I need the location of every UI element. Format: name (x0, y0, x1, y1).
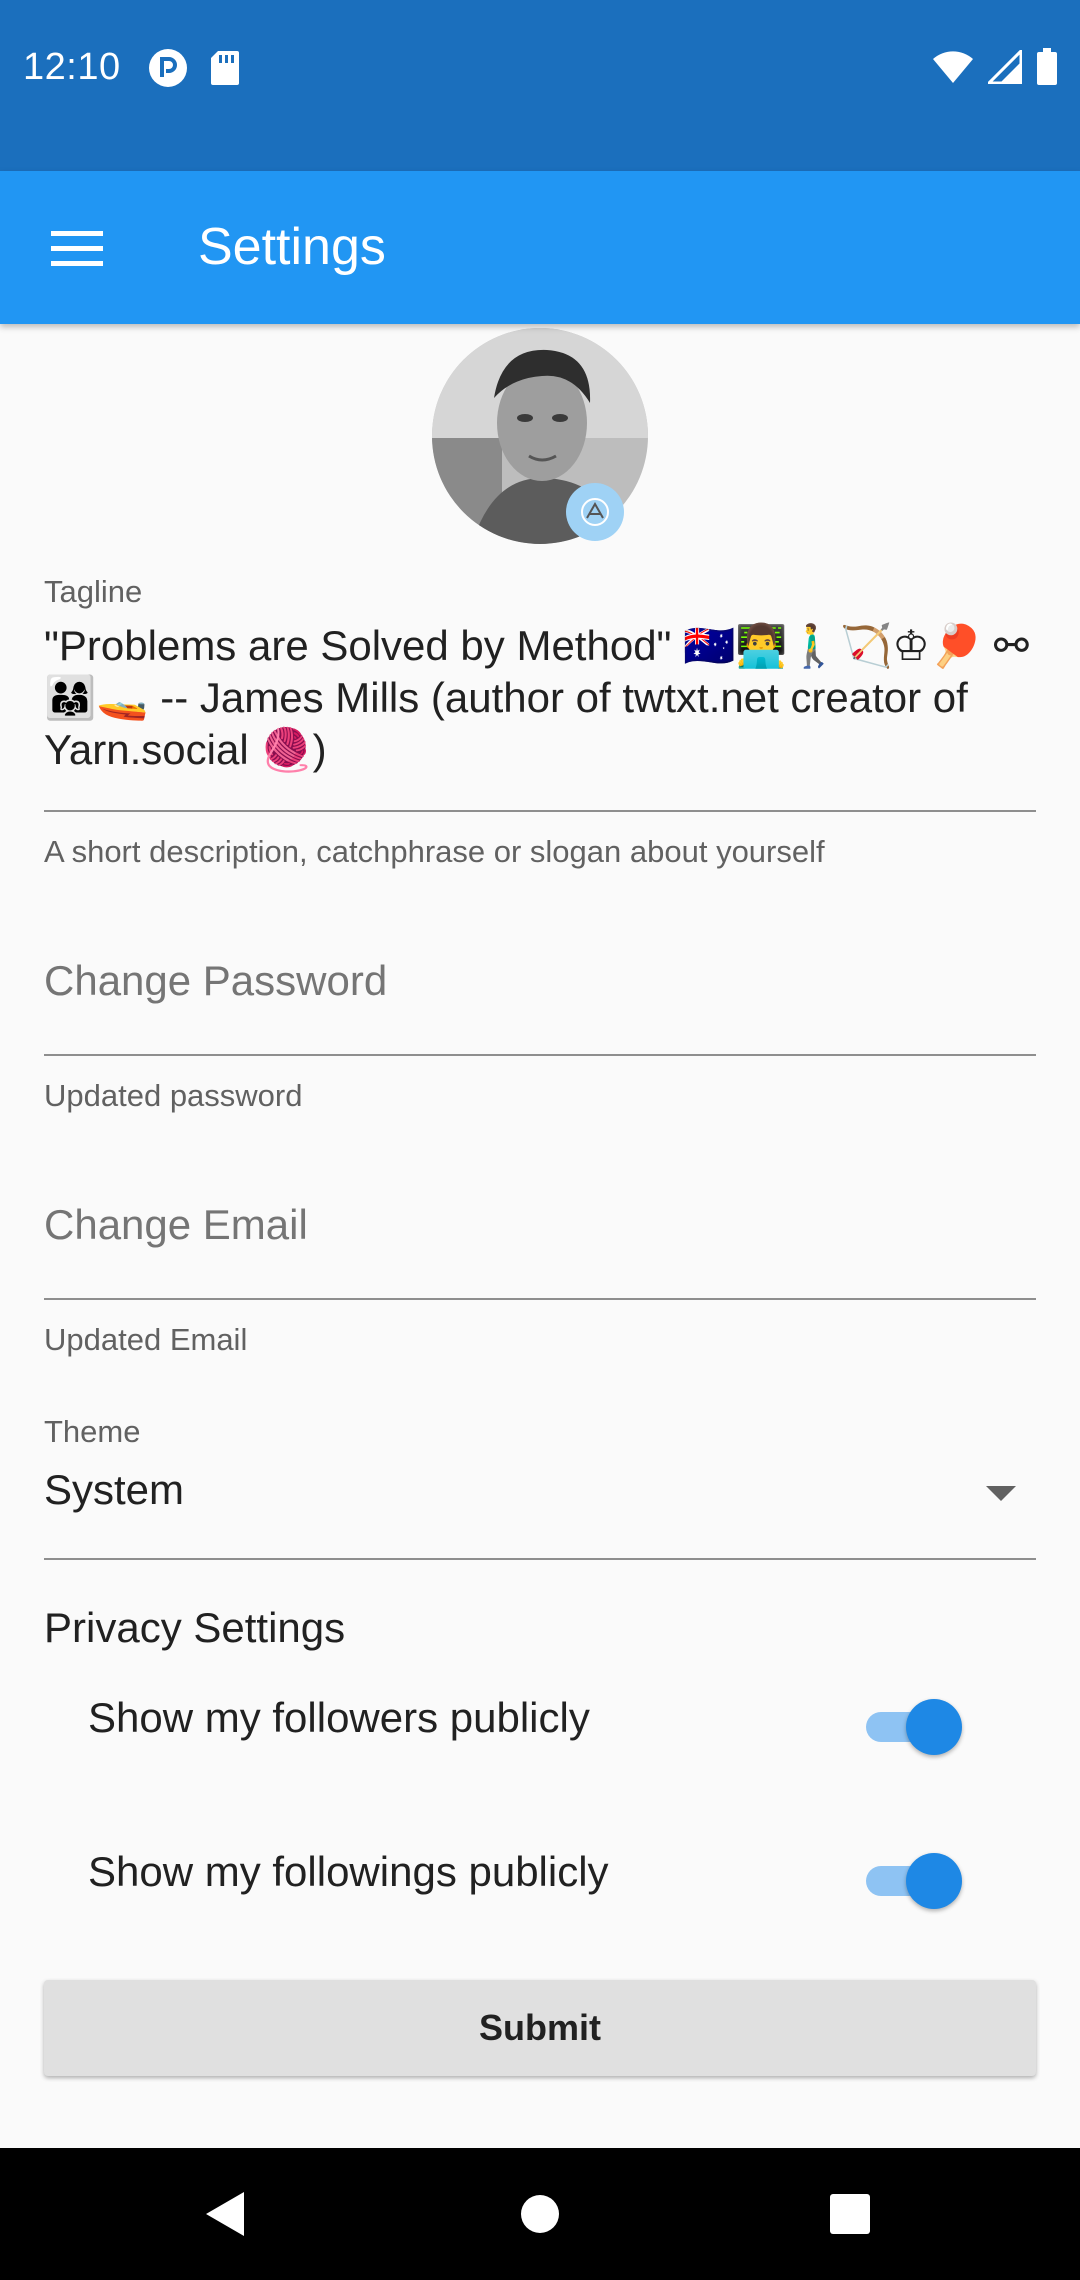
tagline-underline (44, 810, 1036, 812)
page-title: Settings (198, 218, 386, 276)
theme-underline (44, 1558, 1036, 1560)
navigation-bar (0, 2148, 1080, 2280)
email-helper: Updated Email (44, 1322, 248, 1357)
settings-form: Tagline "Problems are Solved by Method" … (0, 324, 1080, 2148)
submit-button[interactable]: Submit (44, 1980, 1036, 2076)
tagline-label: Tagline (44, 574, 143, 609)
password-helper: Updated password (44, 1078, 303, 1113)
app-bar: Settings (0, 171, 1080, 324)
theme-value: System (44, 1466, 185, 1513)
wifi-icon (932, 50, 974, 89)
hamburger-menu-icon[interactable] (28, 209, 126, 287)
dropdown-arrow-icon (986, 1486, 1016, 1501)
signal-icon (985, 47, 1023, 89)
tagline-helper: A short description, catchphrase or slog… (44, 834, 825, 869)
battery-icon (1036, 48, 1058, 91)
followers-switch-row: Show my followers publicly (0, 1654, 1080, 1774)
followers-switch-label: Show my followers publicly (88, 1694, 590, 1741)
sd-card-icon (210, 50, 240, 91)
home-icon[interactable] (500, 2174, 580, 2254)
followings-toggle[interactable] (862, 1852, 966, 1909)
email-field[interactable] (44, 1190, 1036, 1260)
back-icon[interactable] (186, 2174, 266, 2254)
status-right-icons (932, 47, 1058, 91)
followings-switch-row: Show my followings publicly (0, 1808, 1080, 1928)
privacy-settings-title: Privacy Settings (44, 1604, 346, 1651)
sync-icon (148, 48, 188, 93)
password-underline (44, 1054, 1036, 1056)
edit-avatar-icon[interactable] (566, 483, 624, 541)
password-field[interactable] (44, 946, 1036, 1016)
status-time: 12:10 (23, 46, 121, 88)
followers-toggle[interactable] (862, 1698, 966, 1755)
email-underline (44, 1298, 1036, 1300)
theme-label: Theme (44, 1414, 141, 1449)
status-bar: 12:10 (0, 0, 1080, 171)
followings-switch-label: Show my followings publicly (88, 1848, 609, 1895)
recents-icon[interactable] (810, 2174, 890, 2254)
switch-thumb (906, 1853, 962, 1909)
switch-thumb (906, 1699, 962, 1755)
status-left-icons (148, 48, 240, 93)
tagline-field[interactable]: "Problems are Solved by Method" 🇦🇺👨‍💻🚶‍♂… (44, 620, 1034, 776)
theme-dropdown[interactable]: System (44, 1450, 1036, 1540)
